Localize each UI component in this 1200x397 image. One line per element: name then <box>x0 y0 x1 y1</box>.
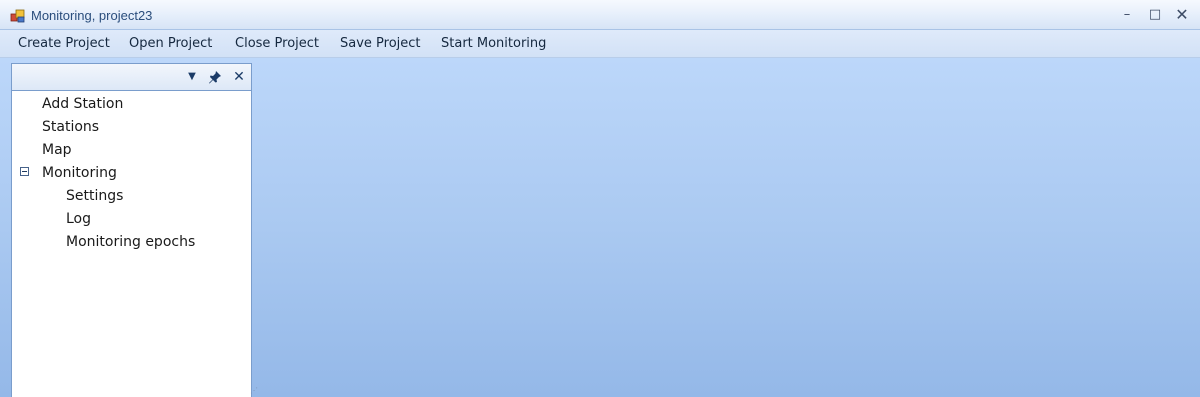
tree-item-log[interactable]: Log <box>66 208 91 230</box>
pin-icon[interactable] <box>207 69 223 85</box>
minimize-button[interactable]: – <box>1117 6 1137 24</box>
collapse-icon[interactable] <box>20 167 29 176</box>
navigation-panel: ▼ ✕ Add Station Stations Map Monitoring … <box>11 63 252 397</box>
tree-item-map[interactable]: Map <box>42 139 72 161</box>
tree-item-add-station[interactable]: Add Station <box>42 93 123 115</box>
tree-item-monitoring-epochs[interactable]: Monitoring epochs <box>66 231 195 253</box>
close-icon[interactable]: ✕ <box>231 69 247 85</box>
menu-bar: Create Project Open Project Close Projec… <box>0 30 1200 58</box>
title-bar: Monitoring, project23 – □ ✕ <box>0 0 1200 30</box>
menu-start-monitoring[interactable]: Start Monitoring <box>441 36 546 51</box>
menu-create-project[interactable]: Create Project <box>18 36 110 51</box>
tree-item-settings[interactable]: Settings <box>66 185 123 207</box>
menu-save-project[interactable]: Save Project <box>340 36 421 51</box>
app-icon <box>10 9 25 23</box>
window-title: Monitoring, project23 <box>31 8 153 23</box>
tree-item-stations[interactable]: Stations <box>42 116 99 138</box>
maximize-button[interactable]: □ <box>1145 6 1165 24</box>
panel-header: ▼ ✕ <box>12 64 251 91</box>
resize-grip-icon[interactable]: ⋰ <box>250 386 258 395</box>
chevron-down-icon[interactable]: ▼ <box>184 69 200 85</box>
close-window-button[interactable]: ✕ <box>1172 6 1192 24</box>
menu-close-project[interactable]: Close Project <box>235 36 319 51</box>
menu-open-project[interactable]: Open Project <box>129 36 212 51</box>
tree-item-monitoring[interactable]: Monitoring <box>42 162 117 184</box>
